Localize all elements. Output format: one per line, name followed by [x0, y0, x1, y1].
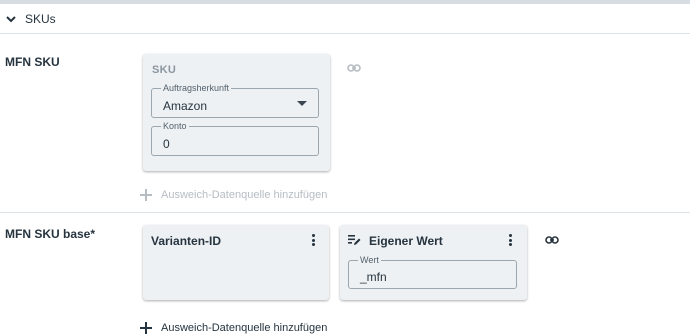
mfn-sku-base-label: MFN SKU base* — [5, 227, 96, 241]
more-vert-icon[interactable] — [509, 234, 513, 246]
order-source-select[interactable]: Auftragsherkunft Amazon — [151, 83, 319, 118]
order-source-label: Auftragsherkunft — [161, 83, 232, 93]
add-fallback-source-button-1[interactable]: Ausweich-Datenquelle hinzufügen — [140, 189, 327, 201]
caret-down-icon[interactable] — [297, 101, 307, 106]
variant-id-card: Varianten-ID — [143, 225, 329, 300]
add-fallback-label: Ausweich-Datenquelle hinzufügen — [161, 189, 328, 201]
value-label: Wert — [358, 255, 381, 265]
custom-value-title: Eigener Wert — [369, 234, 443, 248]
mfn-sku-label: MFN SKU — [5, 55, 60, 69]
add-fallback-source-button-2[interactable]: Ausweich-Datenquelle hinzufügen — [140, 322, 327, 334]
edit-list-icon — [348, 235, 361, 245]
value-text: _mfn — [360, 270, 387, 284]
variant-id-title: Varianten-ID — [151, 234, 222, 248]
account-label: Konto — [161, 121, 189, 131]
custom-value-card: Eigener Wert Wert _mfn — [340, 225, 527, 300]
section-header-skus[interactable]: SKUs — [0, 4, 690, 34]
sku-card-title: SKU — [152, 64, 177, 76]
row-divider — [0, 212, 690, 213]
chevron-down-icon[interactable] — [5, 13, 17, 25]
section-title: SKUs — [25, 12, 56, 26]
custom-value-input[interactable]: Wert _mfn — [348, 255, 517, 289]
more-vert-icon[interactable] — [312, 234, 316, 246]
account-value: 0 — [163, 137, 170, 151]
account-field[interactable]: Konto 0 — [151, 121, 319, 156]
link-icon[interactable] — [347, 63, 361, 73]
plus-icon — [140, 322, 152, 334]
sku-source-card: SKU Auftragsherkunft Amazon Konto 0 — [143, 54, 330, 171]
add-fallback-label: Ausweich-Datenquelle hinzufügen — [161, 322, 328, 334]
plus-icon — [140, 189, 152, 201]
link-icon[interactable] — [545, 235, 559, 245]
order-source-value: Amazon — [163, 99, 208, 113]
